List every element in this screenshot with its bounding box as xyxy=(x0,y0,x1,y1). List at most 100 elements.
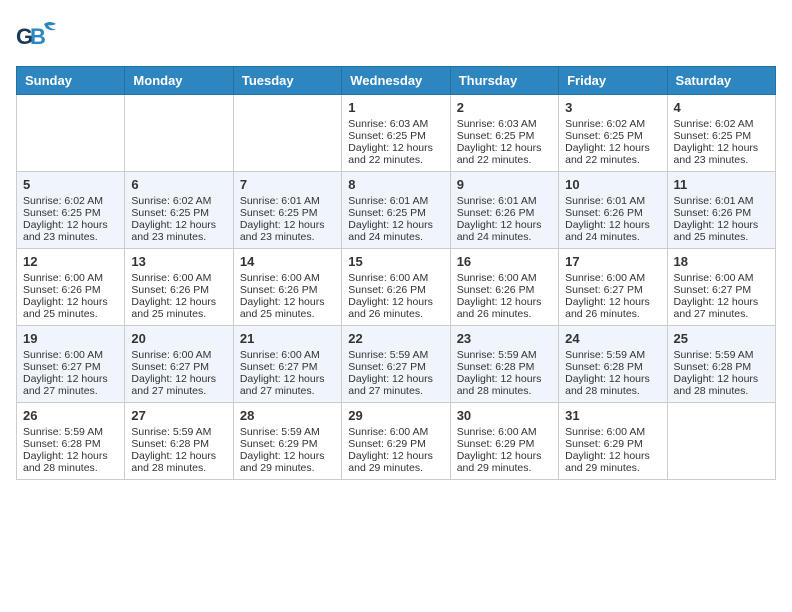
daylight-text: Daylight: 12 hours and 24 minutes. xyxy=(565,219,660,243)
day-number: 11 xyxy=(674,177,769,192)
sunrise-text: Sunrise: 5:59 AM xyxy=(131,426,226,438)
day-number: 24 xyxy=(565,331,660,346)
day-number: 4 xyxy=(674,100,769,115)
sunset-text: Sunset: 6:28 PM xyxy=(457,361,552,373)
calendar-cell: 14Sunrise: 6:00 AMSunset: 6:26 PMDayligh… xyxy=(233,249,341,326)
calendar-week-2: 5Sunrise: 6:02 AMSunset: 6:25 PMDaylight… xyxy=(17,172,776,249)
sunrise-text: Sunrise: 5:59 AM xyxy=(240,426,335,438)
day-number: 16 xyxy=(457,254,552,269)
day-header-thursday: Thursday xyxy=(450,67,558,95)
daylight-text: Daylight: 12 hours and 29 minutes. xyxy=(565,450,660,474)
sunset-text: Sunset: 6:26 PM xyxy=(23,284,118,296)
sunset-text: Sunset: 6:26 PM xyxy=(131,284,226,296)
calendar-cell: 27 Sunrise: 5:59 AMSunset: 6:28 PMDayligh… xyxy=(125,403,233,480)
day-number: 12 xyxy=(23,254,118,269)
sunset-text: Sunset: 6:28 PM xyxy=(565,361,660,373)
day-number: 14 xyxy=(240,254,335,269)
sunrise-text: Sunrise: 6:00 AM xyxy=(674,272,769,284)
calendar-cell xyxy=(125,95,233,172)
daylight-text: Daylight: 12 hours and 26 minutes. xyxy=(348,296,443,320)
calendar-cell xyxy=(17,95,125,172)
daylight-text: Daylight: 12 hours and 29 minutes. xyxy=(240,450,335,474)
daylight-text: Daylight: 12 hours and 28 minutes. xyxy=(23,450,118,474)
day-number: 5 xyxy=(23,177,118,192)
daylight-text: Daylight: 12 hours and 28 minutes. xyxy=(131,450,226,474)
calendar-cell: 7Sunrise: 6:01 AMSunset: 6:25 PMDaylight… xyxy=(233,172,341,249)
sunrise-text: Sunrise: 6:01 AM xyxy=(240,195,335,207)
sunset-text: Sunset: 6:25 PM xyxy=(131,207,226,219)
daylight-text: Daylight: 12 hours and 27 minutes. xyxy=(131,373,226,397)
sunrise-text: Sunrise: 6:01 AM xyxy=(457,195,552,207)
sunrise-text: Sunrise: 6:00 AM xyxy=(565,426,660,438)
calendar-cell: 24 Sunrise: 5:59 AMSunset: 6:28 PMDayligh… xyxy=(559,326,667,403)
sunrise-text: Sunrise: 6:02 AM xyxy=(23,195,118,207)
sunset-text: Sunset: 6:28 PM xyxy=(131,438,226,450)
day-number: 17 xyxy=(565,254,660,269)
calendar-week-3: 12Sunrise: 6:00 AMSunset: 6:26 PMDayligh… xyxy=(17,249,776,326)
daylight-text: Daylight: 12 hours and 25 minutes. xyxy=(674,219,769,243)
sunset-text: Sunset: 6:27 PM xyxy=(240,361,335,373)
sunset-text: Sunset: 6:27 PM xyxy=(348,361,443,373)
calendar-cell: 30Sunrise: 6:00 AMSunset: 6:29 PMDayligh… xyxy=(450,403,558,480)
sunset-text: Sunset: 6:25 PM xyxy=(240,207,335,219)
daylight-text: Daylight: 12 hours and 28 minutes. xyxy=(457,373,552,397)
calendar-cell: 15Sunrise: 6:00 AMSunset: 6:26 PMDayligh… xyxy=(342,249,450,326)
calendar-cell: 11 Sunrise: 6:01 AMSunset: 6:26 PMDayligh… xyxy=(667,172,775,249)
daylight-text: Daylight: 12 hours and 29 minutes. xyxy=(457,450,552,474)
daylight-text: Daylight: 12 hours and 24 minutes. xyxy=(457,219,552,243)
sunrise-text: Sunrise: 6:02 AM xyxy=(674,118,769,130)
daylight-text: Daylight: 12 hours and 24 minutes. xyxy=(348,219,443,243)
calendar-cell: 18Sunrise: 6:00 AMSunset: 6:27 PMDayligh… xyxy=(667,249,775,326)
day-number: 23 xyxy=(457,331,552,346)
daylight-text: Daylight: 12 hours and 25 minutes. xyxy=(240,296,335,320)
calendar-cell: 16Sunrise: 6:00 AMSunset: 6:26 PMDayligh… xyxy=(450,249,558,326)
sunset-text: Sunset: 6:26 PM xyxy=(674,207,769,219)
calendar-cell: 10Sunrise: 6:01 AMSunset: 6:26 PMDayligh… xyxy=(559,172,667,249)
daylight-text: Daylight: 12 hours and 26 minutes. xyxy=(565,296,660,320)
sunrise-text: Sunrise: 5:59 AM xyxy=(674,349,769,361)
calendar-cell: 28Sunrise: 5:59 AMSunset: 6:29 PMDayligh… xyxy=(233,403,341,480)
svg-text:B: B xyxy=(30,24,46,49)
day-number: 27 xyxy=(131,408,226,423)
day-number: 2 xyxy=(457,100,552,115)
sunset-text: Sunset: 6:25 PM xyxy=(565,130,660,142)
sunrise-text: Sunrise: 6:00 AM xyxy=(565,272,660,284)
day-number: 3 xyxy=(565,100,660,115)
calendar-cell: 13Sunrise: 6:00 AMSunset: 6:26 PMDayligh… xyxy=(125,249,233,326)
day-number: 13 xyxy=(131,254,226,269)
day-header-tuesday: Tuesday xyxy=(233,67,341,95)
calendar-cell: 1Sunrise: 6:03 AMSunset: 6:25 PMDaylight… xyxy=(342,95,450,172)
sunrise-text: Sunrise: 6:01 AM xyxy=(348,195,443,207)
calendar-cell: 9Sunrise: 6:01 AMSunset: 6:26 PMDaylight… xyxy=(450,172,558,249)
calendar-cell: 19Sunrise: 6:00 AMSunset: 6:27 PMDayligh… xyxy=(17,326,125,403)
daylight-text: Daylight: 12 hours and 23 minutes. xyxy=(23,219,118,243)
sunrise-text: Sunrise: 5:59 AM xyxy=(565,349,660,361)
day-number: 22 xyxy=(348,331,443,346)
sunset-text: Sunset: 6:27 PM xyxy=(674,284,769,296)
sunset-text: Sunset: 6:26 PM xyxy=(565,207,660,219)
daylight-text: Daylight: 12 hours and 23 minutes. xyxy=(674,142,769,166)
calendar-cell: 20Sunrise: 6:00 AMSunset: 6:27 PMDayligh… xyxy=(125,326,233,403)
sunset-text: Sunset: 6:26 PM xyxy=(348,284,443,296)
sunset-text: Sunset: 6:26 PM xyxy=(457,284,552,296)
sunset-text: Sunset: 6:25 PM xyxy=(348,207,443,219)
day-header-saturday: Saturday xyxy=(667,67,775,95)
daylight-text: Daylight: 12 hours and 22 minutes. xyxy=(457,142,552,166)
day-number: 26 xyxy=(23,408,118,423)
sunset-text: Sunset: 6:29 PM xyxy=(457,438,552,450)
daylight-text: Daylight: 12 hours and 22 minutes. xyxy=(565,142,660,166)
sunrise-text: Sunrise: 6:00 AM xyxy=(23,349,118,361)
sunrise-text: Sunrise: 5:59 AM xyxy=(348,349,443,361)
day-number: 10 xyxy=(565,177,660,192)
sunrise-text: Sunrise: 6:01 AM xyxy=(674,195,769,207)
day-number: 29 xyxy=(348,408,443,423)
sunset-text: Sunset: 6:28 PM xyxy=(674,361,769,373)
day-number: 21 xyxy=(240,331,335,346)
calendar-cell: 22Sunrise: 5:59 AMSunset: 6:27 PMDayligh… xyxy=(342,326,450,403)
sunrise-text: Sunrise: 6:03 AM xyxy=(348,118,443,130)
calendar-cell: 5 Sunrise: 6:02 AMSunset: 6:25 PMDaylight… xyxy=(17,172,125,249)
sunset-text: Sunset: 6:25 PM xyxy=(23,207,118,219)
page-header: G B xyxy=(16,16,776,58)
daylight-text: Daylight: 12 hours and 28 minutes. xyxy=(565,373,660,397)
calendar-week-4: 19Sunrise: 6:00 AMSunset: 6:27 PMDayligh… xyxy=(17,326,776,403)
